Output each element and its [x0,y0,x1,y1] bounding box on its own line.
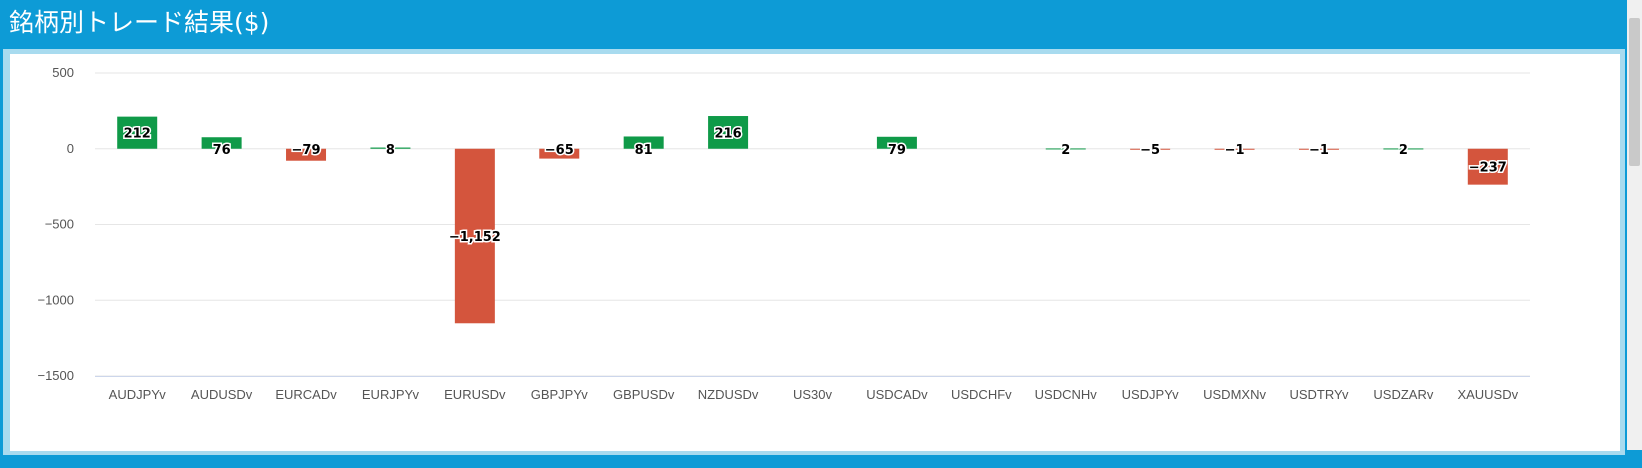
data-label: 212 [124,127,151,142]
header-bar: 銘柄別トレード結果($) [0,0,1627,48]
chart-container: 500 0 −500 −1000 −1500 212 AUDJPYv 76 AUDUSDv −79… [10,54,1620,451]
data-label: −65 [545,143,574,158]
x-tick-label: USDMXNv [1203,387,1266,402]
y-tick-label: −1500 [37,368,74,383]
data-label: 76 [213,143,231,158]
x-tick-label: GBPUSDv [613,387,675,402]
x-tick-label: USDCADv [866,387,928,402]
scrollbar-bottom-area [1627,450,1642,468]
data-label: 81 [635,143,653,158]
x-tick-label: USDJPYv [1122,387,1180,402]
x-tick-label: AUDJPYv [109,387,167,402]
y-tick-label: 500 [52,65,74,80]
data-label: −1,152 [449,230,501,245]
x-tick-label: EURUSDv [444,387,506,402]
data-label: −79 [292,143,321,158]
x-tick-label: USDCHFv [951,387,1012,402]
scrollbar-thumb[interactable] [1629,18,1640,166]
page-title: 銘柄別トレード結果($) [9,8,270,37]
x-tick-label: US30v [793,387,833,402]
x-tick-label: EURJPYv [362,387,420,402]
data-label: −1 [1309,143,1329,158]
data-label: 216 [715,126,742,141]
data-label: 8 [386,143,395,158]
x-tick-label: USDTRYv [1289,387,1348,402]
x-tick-label: EURCADv [275,387,337,402]
data-label: 2 [1061,143,1070,158]
data-label: −1 [1225,143,1245,158]
data-label: 2 [1399,143,1408,158]
y-tick-label: −1000 [37,292,74,307]
x-tick-label: AUDUSDv [191,387,253,402]
x-tick-label: USDCNHv [1035,387,1098,402]
x-tick-label: USDZARv [1373,387,1433,402]
x-tick-label: GBPJPYv [531,387,589,402]
y-tick-label: 0 [67,141,74,156]
data-label: −237 [1469,161,1507,176]
bar-chart: 500 0 −500 −1000 −1500 212 AUDJPYv 76 AUDUSDv −79… [37,65,1530,402]
y-tick-label: −500 [45,217,74,232]
x-tick-label: XAUUSDv [1457,387,1518,402]
data-label: −5 [1140,143,1160,158]
data-label: 79 [888,143,906,158]
x-tick-label: NZDUSDv [698,387,759,402]
